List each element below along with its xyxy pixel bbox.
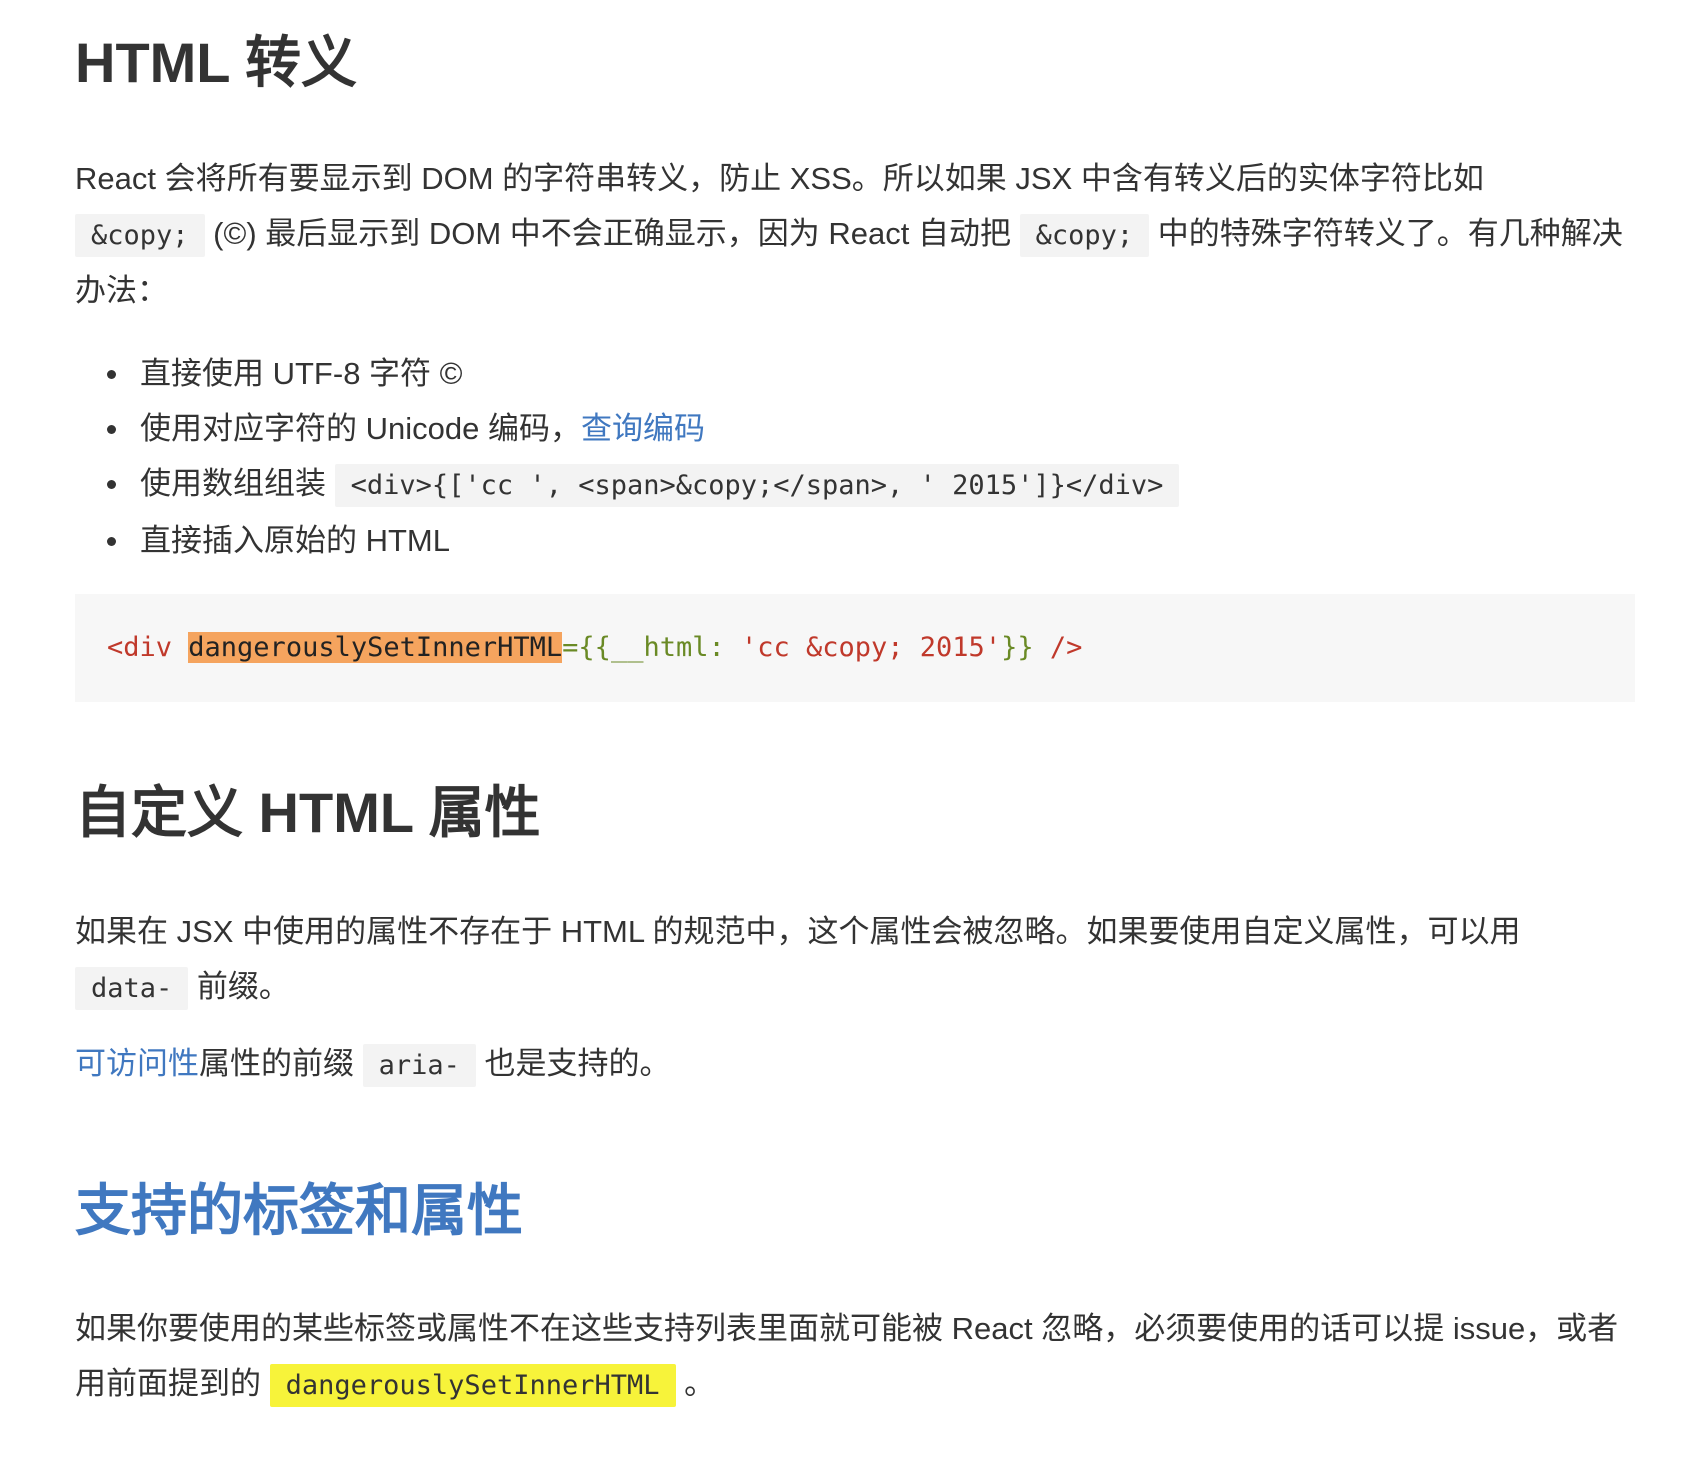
list-item-text: 直接使用 UTF-8 字符 © (140, 356, 463, 391)
custom-attrs-paragraph: 如果在 JSX 中使用的属性不存在于 HTML 的规范中，这个属性会被忽略。如果… (75, 904, 1635, 1016)
heading-html-escape: HTML 转义 (75, 31, 358, 94)
inline-code-copy-entity: &copy; (75, 214, 205, 257)
code-tag-open: <div (107, 632, 189, 663)
supported-paragraph: 如果你要使用的某些标签或属性不在这些支持列表里面就可能被 React 忽略，必须… (75, 1301, 1635, 1413)
list-item-text: 使用数组组装 (140, 466, 335, 501)
aria-text-b: 也是支持的。 (475, 1046, 671, 1081)
code-key: __html: (610, 632, 741, 663)
list-item: 使用对应字符的 Unicode 编码，查询编码 (107, 401, 1635, 456)
list-item-text: 直接插入原始的 HTML (140, 523, 450, 558)
list-item: 直接使用 UTF-8 字符 © (107, 346, 1635, 401)
heading-supported-tags-attributes: 支持的标签和属性 (75, 1179, 523, 1242)
page: HTML 转义 React 会将所有要显示到 DOM 的字符串转义，防止 XSS… (0, 0, 1704, 1458)
inline-code-data-prefix: data- (75, 967, 189, 1010)
inline-code-copy-entity-2: &copy; (1019, 214, 1150, 257)
heading-custom-html-attributes: 自定义 HTML 属性 (75, 781, 541, 844)
aria-paragraph: 可访问性属性的前缀 aria- 也是支持的。 (75, 1036, 1635, 1093)
code-block-dangerously-set-inner-html: <div dangerouslySetInnerHTML={{__html: '… (75, 594, 1635, 702)
code-close-braces: }} (1001, 632, 1034, 663)
code-tag-close: /> (1033, 632, 1083, 663)
inline-code-aria-prefix: aria- (362, 1044, 476, 1087)
custom-attrs-text-b: 前缀。 (188, 969, 290, 1004)
inline-code-array-example: <div>{['cc ', <span>&copy;</span>, ' 201… (334, 464, 1180, 507)
inline-code-dangerously-set-inner-html: dangerouslySetInnerHTML (269, 1364, 676, 1407)
custom-attrs-text-a: 如果在 JSX 中使用的属性不存在于 HTML 的规范中，这个属性会被忽略。如果… (75, 914, 1521, 949)
code-attr-highlighted: dangerouslySetInnerHTML (188, 632, 563, 663)
aria-text-a: 属性的前缀 (199, 1046, 363, 1081)
list-item: 使用数组组装 <div>{['cc ', <span>&copy;</span>… (107, 456, 1635, 513)
escape-text-b: (©) 最后显示到 DOM 中不会正确显示，因为 React 自动把 (204, 216, 1020, 251)
code-string-value: 'cc &copy; 2015' (740, 632, 1002, 663)
supported-text-b: 。 (675, 1366, 716, 1401)
article-content: HTML 转义 React 会将所有要显示到 DOM 的字符串转义，防止 XSS… (75, 28, 1635, 1413)
query-encoding-link[interactable]: 查询编码 (581, 411, 705, 446)
solutions-list: 直接使用 UTF-8 字符 © 使用对应字符的 Unicode 编码，查询编码 … (75, 346, 1635, 568)
list-item: 直接插入原始的 HTML (107, 513, 1635, 568)
escape-text-a: React 会将所有要显示到 DOM 的字符串转义，防止 XSS。所以如果 JS… (75, 161, 1484, 196)
accessibility-link[interactable]: 可访问性 (75, 1046, 199, 1081)
code-eq-braces: ={{ (562, 632, 611, 663)
escape-paragraph: React 会将所有要显示到 DOM 的字符串转义，防止 XSS。所以如果 JS… (75, 151, 1635, 318)
list-item-text: 使用对应字符的 Unicode 编码， (140, 411, 581, 446)
